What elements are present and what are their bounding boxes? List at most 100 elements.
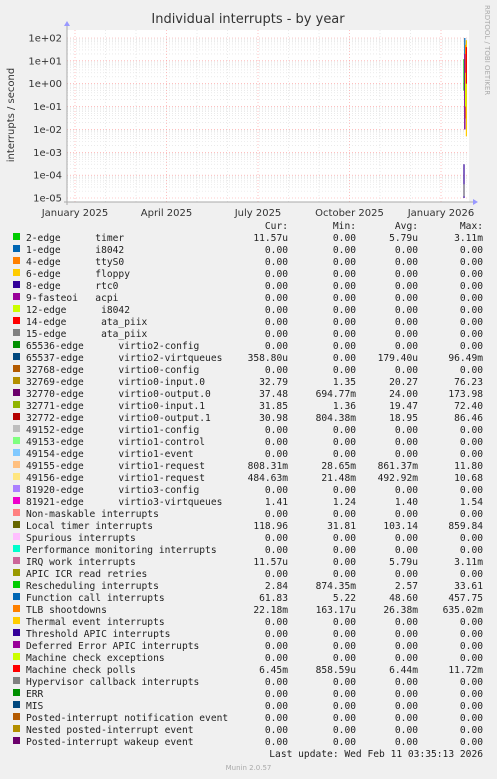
legend-swatch xyxy=(13,437,20,444)
legend-series-name: Posted-interrupt wakeup event xyxy=(26,737,194,748)
legend-max-value: 11.80 xyxy=(454,461,483,472)
legend-max-value: 0.00 xyxy=(459,257,483,268)
y-tick-label: 1e-02 xyxy=(33,125,62,136)
legend-min-value: 0.00 xyxy=(332,293,356,304)
legend-series-name: Machine check exceptions xyxy=(26,653,165,664)
legend-row: Spurious interrupts 0.00 0.00 0.00 0.00 xyxy=(0,533,497,545)
legend-row: Thermal event interrupts 0.00 0.00 0.00 0.00 xyxy=(0,617,497,629)
legend-swatch xyxy=(13,557,20,564)
legend-cur-value: 0.00 xyxy=(264,677,288,688)
legend-series-name: Local timer interrupts xyxy=(26,521,154,532)
legend-row: 49156-edge virtio1-request 484.63m 21.48m 4… xyxy=(0,473,497,485)
x-tick-label: January 2025 xyxy=(41,208,109,219)
legend-swatch xyxy=(13,305,20,312)
legend-swatch xyxy=(13,653,20,660)
legend-header: Cur: Min: Avg: Max: xyxy=(0,221,497,233)
legend-min-value: 874.35m xyxy=(315,581,356,592)
legend-cur-value: 11.57u xyxy=(253,557,288,568)
legend-min-value: 1.24 xyxy=(332,497,356,508)
legend-series-name: 81920-edge virtio3-config xyxy=(26,485,200,496)
legend-row: Threshold APIC interrupts 0.00 0.00 0.00 0.0… xyxy=(0,629,497,641)
legend-row: 49155-edge virtio1-request 808.31m 28.65m 8… xyxy=(0,461,497,473)
legend-row: 81921-edge virtio3-virtqueues 1.41 1.24 1.4… xyxy=(0,497,497,509)
legend-swatch xyxy=(13,701,20,708)
legend-max-value: 0.00 xyxy=(459,725,483,736)
legend-cur-value: 11.57u xyxy=(253,233,288,244)
legend-row: Machine check polls 6.45m 858.59u 6.44m 11.7… xyxy=(0,665,497,677)
legend-cur-value: 358.80u xyxy=(247,353,288,364)
legend-min-value: 0.00 xyxy=(332,233,356,244)
legend-max-value: 0.00 xyxy=(459,305,483,316)
legend-avg-value: 5.79u xyxy=(389,557,418,568)
legend-min-value: 0.00 xyxy=(332,257,356,268)
legend-avg-value: 0.00 xyxy=(394,653,418,664)
legend-avg-value: 0.00 xyxy=(394,533,418,544)
legend-series-name: 49154-edge virtio1-event xyxy=(26,449,194,460)
legend-min-value: 163.17u xyxy=(315,605,356,616)
legend-min-value: 31.81 xyxy=(327,521,356,532)
legend-cur-value: 0.00 xyxy=(264,653,288,664)
legend-cur-value: 808.31m xyxy=(247,461,288,472)
legend-cur-value: 0.00 xyxy=(264,713,288,724)
legend-swatch xyxy=(13,689,20,696)
legend-swatch xyxy=(13,473,20,480)
legend-max-value: 0.00 xyxy=(459,317,483,328)
legend-swatch xyxy=(13,461,20,468)
legend-max-value: 10.68 xyxy=(454,473,483,484)
legend-series-name: 49152-edge virtio1-config xyxy=(26,425,200,436)
legend-max-value: 173.98 xyxy=(448,389,483,400)
legend-row: MIS 0.00 0.00 0.00 0.00 xyxy=(0,701,497,713)
y-tick-label: 1e+00 xyxy=(28,79,62,90)
legend-min-value: 0.00 xyxy=(332,653,356,664)
legend-min-value: 0.00 xyxy=(332,533,356,544)
legend-row: 15-edge ata_piix 0.00 0.00 0.00 0.00 xyxy=(0,329,497,341)
legend-swatch xyxy=(13,485,20,492)
legend-series-name: 32772-edge virtio0-output.1 xyxy=(26,413,211,424)
legend-series-name: 9-fasteoi acpi xyxy=(26,293,119,304)
x-tick-label: July 2025 xyxy=(234,208,282,219)
legend-cur-value: 0.00 xyxy=(264,437,288,448)
legend-cur-value: 1.41 xyxy=(264,497,288,508)
legend-swatch xyxy=(13,341,20,348)
legend-avg-value: 0.00 xyxy=(394,305,418,316)
legend-cur-value: 0.00 xyxy=(264,533,288,544)
legend-row: 8-edge rtc0 0.00 0.00 0.00 0.00 xyxy=(0,281,497,293)
legend-avg-value: 0.00 xyxy=(394,365,418,376)
legend-avg-value: 20.27 xyxy=(389,377,418,388)
legend-series-name: 1-edge i8042 xyxy=(26,245,125,256)
legend-min-value: 0.00 xyxy=(332,485,356,496)
legend-min-value: 21.48m xyxy=(321,473,356,484)
legend-avg-value: 24.00 xyxy=(389,389,418,400)
legend-series-name: 49156-edge virtio1-request xyxy=(26,473,206,484)
legend-min-value: 28.65m xyxy=(321,461,356,472)
legend-cur-value: 0.00 xyxy=(264,641,288,652)
legend-min-value: 858.59u xyxy=(315,665,356,676)
legend-swatch xyxy=(13,545,20,552)
legend-avg-value: 0.00 xyxy=(394,641,418,652)
legend-row: 12-edge i8042 0.00 0.00 0.00 0.00 xyxy=(0,305,497,317)
legend-max-value: 0.00 xyxy=(459,485,483,496)
legend-row: Machine check exceptions 0.00 0.00 0.00 0.00 xyxy=(0,653,497,665)
legend-row: Function call interrupts 61.83 5.22 48.60 45… xyxy=(0,593,497,605)
legend-max-value: 0.00 xyxy=(459,449,483,460)
legend-cur-value: 0.00 xyxy=(264,245,288,256)
legend-row: 32769-edge virtio0-input.0 32.79 1.35 20.27… xyxy=(0,377,497,389)
legend-row: 49152-edge virtio1-config 0.00 0.00 0.00 0.0… xyxy=(0,425,497,437)
legend-swatch xyxy=(13,497,20,504)
legend-row: 81920-edge virtio3-config 0.00 0.00 0.00 0.0… xyxy=(0,485,497,497)
legend-min-value: 0.00 xyxy=(332,725,356,736)
legend-min-value: 0.00 xyxy=(332,641,356,652)
legend-row: Non-maskable interrupts 0.00 0.00 0.00 0.00 xyxy=(0,509,497,521)
legend-swatch xyxy=(13,737,20,744)
legend-row: Hypervisor callback interrupts 0.00 0.00 0.… xyxy=(0,677,497,689)
legend-max-value: 0.00 xyxy=(459,569,483,580)
legend-avg-value: 0.00 xyxy=(394,293,418,304)
legend-row: 2-edge timer 11.57u 0.00 5.79u 3.11m xyxy=(0,233,497,245)
legend-min-value: 0.00 xyxy=(332,509,356,520)
legend-swatch xyxy=(13,425,20,432)
rrdtool-watermark: RRDTOOL / TOBI OETIKER xyxy=(483,5,491,95)
y-tick-label: 1e+02 xyxy=(28,34,62,45)
legend-min-value: 0.00 xyxy=(332,245,356,256)
chart-title: Individual interrupts - by year xyxy=(151,12,345,27)
legend-cur-value: 0.00 xyxy=(264,545,288,556)
